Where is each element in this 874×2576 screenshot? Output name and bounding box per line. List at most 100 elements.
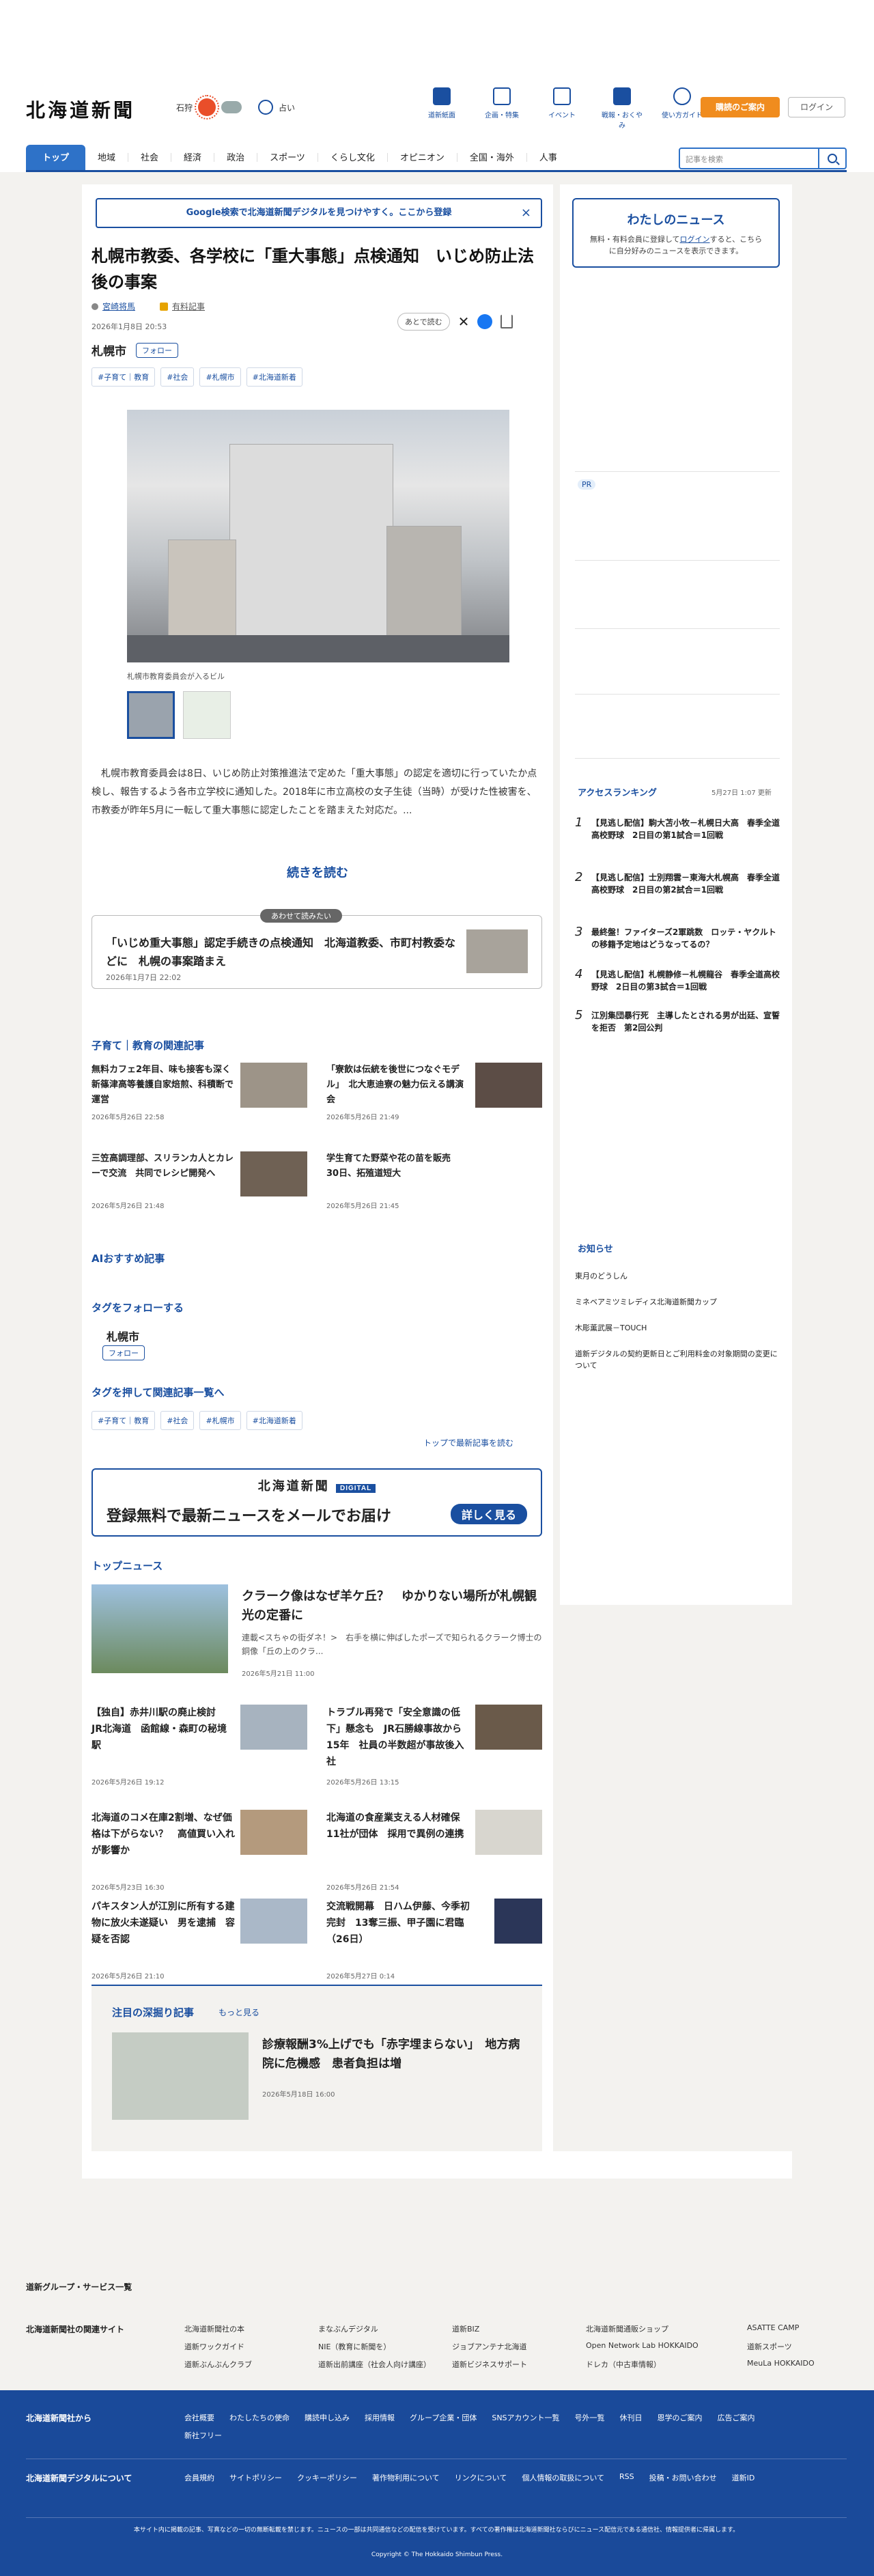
tag-chip[interactable]: #北海道新着 — [246, 1411, 302, 1430]
tag-chip[interactable]: #札幌市 — [199, 1411, 241, 1430]
related-item[interactable]: 三笠高調理部、スリランカ人とカレーで交流 共同でレシピ開発へ 2026年5月26日… — [91, 1151, 307, 1220]
nav-item-region[interactable]: 地域 — [85, 145, 128, 170]
mail-signup-banner[interactable]: 北海道新聞 DIGITAL 登録無料で最新ニュースをメールでお届け 詳しく見る — [91, 1468, 542, 1537]
ranking-item[interactable]: 5 江別集団暴行死 主導したとされる男が出廷、宣誓を拒否 第2回公判 — [575, 1009, 780, 1034]
header-link-event[interactable]: イベント — [541, 87, 583, 130]
deep-dive-more[interactable]: もっと見る — [218, 2006, 259, 2018]
site-link[interactable]: 北海道新聞通販ショップ — [586, 2323, 747, 2334]
news-item[interactable]: 北海道のコメ在庫2割増、なぜ価格は下がらない？ 高値買い入れが影響か 2026年5… — [91, 1810, 307, 1899]
author-link[interactable]: 宮崎将馬 — [102, 300, 135, 312]
info-item[interactable]: ミネベアミツミレディス北海道新聞カップ — [575, 1296, 717, 1307]
site-link[interactable]: Open Network Lab HOKKAIDO — [586, 2341, 747, 2352]
photo-thumbnail[interactable] — [127, 691, 175, 739]
site-link[interactable]: 道新BIZ — [452, 2323, 586, 2334]
ranking-heading[interactable]: アクセスランキング — [578, 785, 657, 798]
news-item[interactable]: パキスタン人が江別に所有する建物に放火未遂疑い 男を逮捕 容疑を否認 2026年5… — [91, 1899, 307, 1987]
ranking-item[interactable]: 4 【見逃し配信】札幌静修－札幌龍谷 春季全道高校野球 2日目の第3試合＝1回戦 — [575, 968, 780, 993]
footer-link[interactable]: リンクについて — [455, 2472, 507, 2483]
info-heading[interactable]: お知らせ — [578, 1242, 613, 1255]
site-link[interactable]: ASATTE CAMP — [747, 2323, 843, 2334]
facebook-icon[interactable] — [477, 314, 493, 329]
news-item[interactable]: 交流戦開幕 日ハム伊藤、今季初完封 13奪三振、甲子園に君臨（26日） 2026年… — [326, 1899, 542, 1987]
nav-item-national[interactable]: 全国・海外 — [457, 145, 526, 170]
info-item[interactable]: 木彫薫武展－TOUCH — [575, 1322, 647, 1333]
read-more-link[interactable]: 続きを読む — [0, 863, 635, 881]
read-later-button[interactable]: あとで読む — [397, 313, 450, 331]
lead-news-title[interactable]: クラーク像はなぜ羊ケ丘？ ゆかりない場所が札幌観光の定番に — [242, 1587, 542, 1625]
site-link[interactable]: NIE（教育に新聞を） — [318, 2341, 452, 2352]
related-recommend-card[interactable]: あわせて読みたい 「いじめ重大事態」認定手続きの点検通知 北海道教委、市町村教委… — [91, 909, 542, 989]
google-banner[interactable]: Google検索で北海道新聞デジタルを見つけやすく。ここから登録 × — [96, 198, 542, 228]
tag-chip[interactable]: #社会 — [160, 367, 195, 387]
header-link-guide[interactable]: 使い方ガイド — [661, 87, 703, 130]
site-logo[interactable]: 北海道新聞 — [26, 96, 135, 123]
news-item[interactable]: 北海道の食産業支える人材確保 11社が団体 採用で異例の連携 2026年5月26日… — [326, 1810, 542, 1899]
footer-link[interactable]: 投稿・お問い合わせ — [649, 2472, 717, 2483]
subscribe-button[interactable]: 購読のご案内 — [701, 97, 780, 117]
tag-chip[interactable]: #社会 — [160, 1411, 195, 1430]
tag-chip[interactable]: #北海道新着 — [246, 367, 302, 387]
site-link[interactable]: 道新ビジネスサポート — [452, 2359, 586, 2370]
footer-link[interactable]: 会社概要 — [184, 2412, 214, 2423]
deep-dive-title[interactable]: 診療報酬3%上げでも「赤字埋まらない」 地方病院に危機感 患者負担は増 — [262, 2035, 528, 2073]
site-link[interactable]: 北海道新聞社の本 — [184, 2323, 318, 2334]
x-icon[interactable]: ✕ — [458, 313, 470, 330]
mail-detail-button[interactable]: 詳しく見る — [450, 1504, 527, 1524]
deep-dive-image[interactable] — [112, 2032, 249, 2120]
close-icon[interactable]: × — [521, 199, 531, 227]
related-item[interactable]: 無料カフェ2年目、味も接客も深く 新篠津高等養護自家焙煎、科積断で運営 2026年… — [91, 1063, 307, 1131]
footer-link[interactable]: RSS — [619, 2472, 634, 2483]
footer-link[interactable]: サイトポリシー — [229, 2472, 282, 2483]
ranking-item[interactable]: 3 最終盤！ファイターズ2軍跳数 ロッテ・ヤクルトの移籍予定地はどうなってるの？ — [575, 926, 780, 951]
to-latest-link[interactable]: トップで最新記事を読む — [423, 1437, 513, 1448]
group-link[interactable]: 道新グループ・サービス一覧 — [26, 2281, 132, 2293]
search-input[interactable]: 記事を検索 — [686, 154, 723, 165]
map-thumbnail[interactable] — [183, 691, 231, 739]
nav-item-society[interactable]: 社会 — [128, 145, 171, 170]
site-link[interactable]: 道新スポーツ — [747, 2341, 843, 2352]
info-item[interactable]: 道新デジタルの契約更新日とご利用料金の対象期間の変更について — [575, 1348, 780, 1371]
nav-item-opinion[interactable]: オピニオン — [388, 145, 457, 170]
nav-item-sports[interactable]: スポーツ — [257, 145, 318, 170]
related-item[interactable]: 学生育てた野菜や花の苗を販売 30日、拓殖道短大 2026年5月26日 21:45 — [326, 1151, 542, 1220]
news-item[interactable]: トラブル再発で「安全意識の低下」懸念も JR石勝線事故から15年 社員の半数超が… — [326, 1705, 542, 1793]
search-button[interactable] — [818, 149, 845, 168]
follow-tag-name[interactable]: 札幌市 — [107, 1328, 139, 1344]
my-news-login-link[interactable]: ログイン — [680, 235, 710, 244]
ranking-item[interactable]: 2 【見逃し配信】士別翔雲－東海大札幌高 春季全道高校野球 2日目の第2試合＝1回… — [575, 871, 780, 896]
footer-link[interactable]: わたしたちの使命 — [229, 2412, 290, 2423]
footer-link[interactable]: 個人情報の取扱について — [522, 2472, 604, 2483]
weather-widget[interactable]: 石狩 占い — [176, 95, 295, 120]
nav-item-politics[interactable]: 政治 — [214, 145, 257, 170]
site-link[interactable]: ジョブアンテナ北海道 — [452, 2341, 586, 2352]
site-link[interactable]: 道新出前講座（社会人向け講座） — [318, 2359, 452, 2370]
nav-item-economy[interactable]: 経済 — [171, 145, 214, 170]
site-link[interactable]: MeuLa HOKKAIDO — [747, 2359, 843, 2370]
footer-link[interactable]: 著作物利用について — [372, 2472, 440, 2483]
header-link-paper[interactable]: 道新紙面 — [421, 87, 463, 130]
footer-link[interactable]: 購読申し込み — [305, 2412, 350, 2423]
footer-link[interactable]: 会員規約 — [184, 2472, 214, 2483]
tag-chip[interactable]: #子育て｜教育 — [91, 367, 156, 387]
site-link[interactable]: 道新ワックガイド — [184, 2341, 318, 2352]
footer-link[interactable]: SNSアカウント一覧 — [492, 2412, 559, 2423]
lead-news-image[interactable] — [91, 1584, 228, 1673]
ranking-item[interactable]: 1 【見逃し配信】駒大苫小牧－札幌日大高 春季全道高校野球 2日目の第1試合＝1回… — [575, 817, 780, 841]
location-name[interactable]: 札幌市 — [91, 341, 126, 359]
footer-link[interactable]: 新社フリー — [184, 2430, 222, 2441]
tag-chip[interactable]: #札幌市 — [199, 367, 241, 387]
paid-badge[interactable]: 有料記事 — [172, 300, 205, 312]
footer-link[interactable]: 恩学のご案内 — [658, 2412, 703, 2423]
nav-item-culture[interactable]: くらし文化 — [318, 145, 387, 170]
footer-link[interactable]: 休刊日 — [620, 2412, 643, 2423]
site-link[interactable]: ドレカ（中古車情報） — [586, 2359, 747, 2370]
related-item[interactable]: 「寮飲は伝統を後世につなぐモデル」 北大恵迪寮の魅力伝える講演会 2026年5月2… — [326, 1063, 542, 1131]
site-link[interactable]: 道新ぶんぶんクラブ — [184, 2359, 318, 2370]
follow-button[interactable]: フォロー — [136, 342, 178, 358]
nav-item-top[interactable]: トップ — [26, 145, 86, 170]
footer-link[interactable]: 道新ID — [732, 2472, 755, 2483]
header-link-special[interactable]: 企画・特集 — [481, 87, 523, 130]
search-box[interactable]: 記事を検索 — [679, 148, 847, 169]
footer-link[interactable]: グループ企業・団体 — [410, 2412, 477, 2423]
article-photo[interactable] — [127, 410, 509, 662]
